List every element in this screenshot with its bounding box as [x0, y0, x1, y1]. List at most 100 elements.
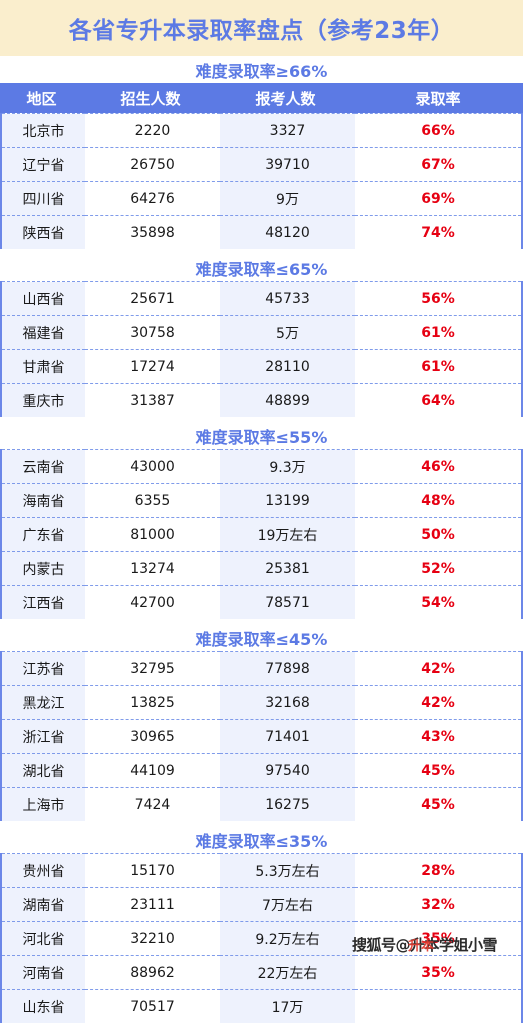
table-row: 陕西省 35898 48120 74%	[2, 215, 521, 249]
cell-region: 黑龙江	[2, 685, 85, 720]
cell-enrollment-count: 42700	[85, 585, 220, 619]
cell-enrollment-count: 30758	[85, 315, 220, 350]
cell-region: 辽宁省	[2, 147, 85, 182]
cell-region: 重庆市	[2, 383, 85, 417]
cell-enrollment-count: 2220	[85, 113, 220, 148]
cell-enrollment-count: 23111	[85, 887, 220, 922]
cell-admission-rate: 61%	[355, 349, 521, 384]
table-row: 广东省 81000 19万左右 50%	[2, 517, 521, 552]
cell-admission-rate: 28%	[355, 853, 521, 888]
cell-region: 江西省	[2, 585, 85, 619]
cell-admission-rate: 52%	[355, 551, 521, 586]
section-table-wrapper: 江苏省 32795 77898 42% 黑龙江 13825 32168 42% 浙江省 30965…	[0, 651, 523, 821]
cell-admission-rate: 50%	[355, 517, 521, 552]
table-row: 江西省 42700 78571 54%	[2, 585, 521, 619]
section-spacer	[0, 1023, 523, 1028]
section-heading: 难度录取率≤65%	[0, 254, 523, 281]
cell-region: 湖南省	[2, 887, 85, 922]
cell-enrollment-count: 43000	[85, 449, 220, 484]
table-row: 辽宁省 26750 39710 67%	[2, 147, 521, 182]
table-row: 上海市 7424 16275 45%	[2, 787, 521, 821]
cell-admission-rate: 46%	[355, 449, 521, 484]
section-table-wrapper: 北京市 2220 3327 66% 辽宁省 26750 39710 67% 四川省 64276 9万…	[0, 113, 523, 249]
cell-region: 福建省	[2, 315, 85, 350]
cell-region: 甘肃省	[2, 349, 85, 384]
cell-enrollment-count: 88962	[85, 955, 220, 990]
cell-admission-rate: 66%	[355, 113, 521, 148]
cell-applicant-count: 3327	[220, 113, 355, 148]
section-heading-label: 难度录取率≥66%	[195, 61, 328, 81]
cell-region: 江苏省	[2, 651, 85, 686]
table-row: 黑龙江 13825 32168 42%	[2, 685, 521, 720]
cell-region: 上海市	[2, 787, 85, 821]
cell-applicant-count: 39710	[220, 147, 355, 182]
cell-applicant-count: 5万	[220, 315, 355, 350]
cell-admission-rate: 42%	[355, 685, 521, 720]
cell-region: 河南省	[2, 955, 85, 990]
cell-admission-rate: 35%	[355, 921, 521, 956]
section-heading-label: 难度录取率≤35%	[195, 831, 328, 851]
infographic-page: 各省专升本录取率盘点（参考23年） 难度录取率≥66% 地区 招生人数 报考人数 录取率…	[0, 0, 523, 1028]
cell-admission-rate: 67%	[355, 147, 521, 182]
sections-container: 难度录取率≥66% 地区 招生人数 报考人数 录取率 北京市 2220 3327 66% 辽宁省 2…	[0, 56, 523, 1028]
cell-applicant-count: 78571	[220, 585, 355, 619]
table-row: 福建省 30758 5万 61%	[2, 315, 521, 350]
table-row: 河南省 88962 22万左右 35%	[2, 955, 521, 990]
cell-applicant-count: 22万左右	[220, 955, 355, 990]
cell-admission-rate: 64%	[355, 383, 521, 417]
cell-region: 山东省	[2, 989, 85, 1023]
cell-applicant-count: 28110	[220, 349, 355, 384]
cell-region: 浙江省	[2, 719, 85, 754]
table-row: 海南省 6355 13199 48%	[2, 483, 521, 518]
cell-region: 云南省	[2, 449, 85, 484]
cell-region: 陕西省	[2, 215, 85, 249]
cell-region: 河北省	[2, 921, 85, 956]
section-heading: 难度录取率≤45%	[0, 624, 523, 651]
cell-applicant-count: 9万	[220, 181, 355, 216]
table-row: 云南省 43000 9.3万 46%	[2, 449, 521, 484]
cell-enrollment-count: 35898	[85, 215, 220, 249]
header-row: 地区 招生人数 报考人数 录取率	[0, 83, 523, 113]
cell-applicant-count: 25381	[220, 551, 355, 586]
column-header-3: 录取率	[353, 83, 523, 113]
cell-admission-rate: 32%	[355, 887, 521, 922]
cell-admission-rate: 48%	[355, 483, 521, 518]
cell-applicant-count: 97540	[220, 753, 355, 788]
section-table-wrapper: 云南省 43000 9.3万 46% 海南省 6355 13199 48% 广东省 81000 19…	[0, 449, 523, 619]
data-table: 山西省 25671 45733 56% 福建省 30758 5万 61% 甘肃省 17274 281…	[2, 281, 521, 417]
table-row: 四川省 64276 9万 69%	[2, 181, 521, 216]
cell-enrollment-count: 32210	[85, 921, 220, 956]
cell-enrollment-count: 13825	[85, 685, 220, 720]
cell-region: 广东省	[2, 517, 85, 552]
cell-applicant-count: 45733	[220, 281, 355, 316]
cell-applicant-count: 9.2万左右	[220, 921, 355, 956]
section-table-wrapper: 贵州省 15170 5.3万左右 28% 湖南省 23111 7万左右 32% 河北省 32210…	[0, 853, 523, 1023]
cell-admission-rate: 61%	[355, 315, 521, 350]
table-header: 地区 招生人数 报考人数 录取率	[0, 83, 523, 113]
cell-enrollment-count: 15170	[85, 853, 220, 888]
column-header-1: 招生人数	[83, 83, 218, 113]
cell-applicant-count: 5.3万左右	[220, 853, 355, 888]
cell-applicant-count: 19万左右	[220, 517, 355, 552]
table-row: 山东省 70517 17万	[2, 989, 521, 1023]
section-heading-label: 难度录取率≤45%	[195, 629, 328, 649]
cell-enrollment-count: 30965	[85, 719, 220, 754]
table-row: 江苏省 32795 77898 42%	[2, 651, 521, 686]
cell-applicant-count: 16275	[220, 787, 355, 821]
table-row: 内蒙古 13274 25381 52%	[2, 551, 521, 586]
cell-admission-rate: 54%	[355, 585, 521, 619]
section-heading-label: 难度录取率≤65%	[195, 259, 328, 279]
cell-enrollment-count: 17274	[85, 349, 220, 384]
section-heading: 难度录取率≥66%	[0, 56, 523, 83]
data-table: 江苏省 32795 77898 42% 黑龙江 13825 32168 42% 浙江省 30965…	[2, 651, 521, 821]
data-table: 贵州省 15170 5.3万左右 28% 湖南省 23111 7万左右 32% 河北省 32210…	[2, 853, 521, 1023]
cell-admission-rate: 45%	[355, 787, 521, 821]
cell-region: 北京市	[2, 113, 85, 148]
cell-admission-rate: 42%	[355, 651, 521, 686]
cell-enrollment-count: 81000	[85, 517, 220, 552]
cell-applicant-count: 77898	[220, 651, 355, 686]
cell-applicant-count: 71401	[220, 719, 355, 754]
data-table: 云南省 43000 9.3万 46% 海南省 6355 13199 48% 广东省 81000 19…	[2, 449, 521, 619]
cell-applicant-count: 13199	[220, 483, 355, 518]
cell-admission-rate: 74%	[355, 215, 521, 249]
